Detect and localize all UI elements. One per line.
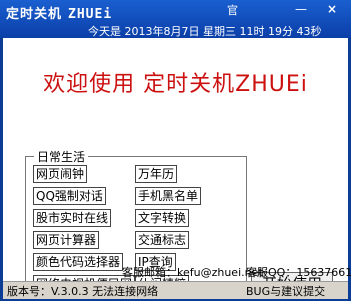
title-bar: 定时关机 ZHUEi 官 今天是 2013年8月7日 星期三 11时 19分 43… — [0, 0, 351, 38]
version-status: 版本号：V.3.0.3 无法连接网络 — [7, 285, 159, 298]
support-qq: 客服QQ：1563766188 — [246, 266, 351, 279]
date-time-display: 今天是 2013年8月7日 星期三 11时 19分 43秒 — [88, 25, 322, 38]
link-web-calculator[interactable]: 网页计算器 — [33, 231, 100, 249]
link-calendar[interactable]: 万年历 — [135, 165, 178, 183]
status-bar: 版本号：V.3.0.3 无法连接网络 BUG与建议提交 — [3, 281, 348, 299]
app-title-text: 定时关机 — [6, 7, 63, 22]
bug-report-link[interactable]: BUG与建议提交 — [246, 283, 325, 299]
link-qq-chat[interactable]: QQ强制对话 — [33, 187, 106, 205]
app-title-suffix: ZHUEi — [68, 7, 113, 22]
link-traffic-signs[interactable]: 交通标志 — [135, 231, 190, 249]
official-tag: 官 — [227, 4, 238, 17]
link-web-alarm[interactable]: 网页闹钟 — [33, 165, 88, 183]
link-phone-blacklist[interactable]: 手机黑名单 — [135, 187, 202, 205]
close-button[interactable]: × — [321, 1, 343, 18]
link-color-picker[interactable]: 颜色代码选择器 — [33, 253, 124, 271]
welcome-heading: 欢迎使用 定时关机ZHUEi — [43, 72, 308, 97]
group-label: 日常生活 — [34, 148, 89, 165]
link-stock-online[interactable]: 股市实时在线 — [33, 209, 112, 227]
support-email: 客服邮箱：kefu@zhuei.net — [122, 266, 263, 279]
app-title: 定时关机 ZHUEi — [6, 3, 112, 22]
link-text-convert[interactable]: 文字转换 — [135, 209, 190, 227]
main-panel: 欢迎使用 定时关机ZHUEi 日常生活 网页闹钟 万年历 QQ强制对话 手机黑名… — [3, 38, 348, 298]
minimize-button[interactable]: — — [290, 1, 312, 18]
